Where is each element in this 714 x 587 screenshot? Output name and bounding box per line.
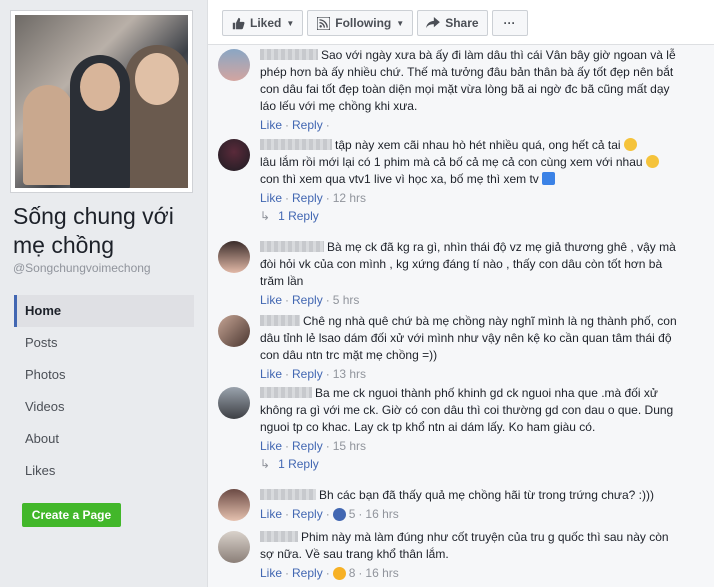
avatar[interactable] [218, 387, 250, 419]
reply-link[interactable]: Reply [292, 566, 323, 580]
comment-timestamp[interactable]: 12 hrs [333, 191, 366, 205]
view-replies-link[interactable]: ↳ 1 Reply [260, 457, 685, 471]
nav-item-videos[interactable]: Videos [14, 391, 194, 423]
nav-item-about[interactable]: About [14, 423, 194, 455]
commenter-name[interactable] [260, 387, 312, 398]
reaction-count[interactable]: 5 [349, 507, 356, 521]
like-link[interactable]: Like [260, 439, 282, 453]
liked-button[interactable]: Liked ▼ [222, 10, 304, 36]
nav-item-home[interactable]: Home [14, 295, 194, 327]
ellipsis-icon: ··· [503, 16, 516, 30]
reply-arrow-icon: ↳ [260, 209, 271, 223]
avatar[interactable] [218, 241, 250, 273]
rss-icon [316, 16, 330, 30]
comment-text: Chê ng nhà quê chứ bà mẹ chồng này nghĩ … [260, 314, 677, 362]
page-title[interactable]: Sống chung với mẹ chồng [13, 202, 198, 260]
following-button[interactable]: Following ▼ [307, 10, 414, 36]
thumbs-up-icon [231, 16, 245, 30]
wow-reaction-icon[interactable] [332, 566, 346, 580]
comment-timestamp[interactable]: 16 hrs [365, 566, 398, 580]
comment-timestamp[interactable]: 13 hrs [333, 367, 366, 381]
view-replies-link[interactable]: ↳ 1 Reply [260, 209, 685, 223]
comment-text: tập này xem cãi nhau hò hét nhiều quá, o… [260, 137, 685, 188]
nav-item-posts[interactable]: Posts [14, 327, 194, 359]
like-link[interactable]: Like [260, 293, 282, 307]
page-sidebar: Sống chung với mẹ chồng @Songchungvoimec… [0, 0, 205, 587]
emoji-icon [623, 138, 637, 151]
comment-meta: Like · Reply · 5 · 16 hrs [260, 507, 399, 521]
commenter-name[interactable] [260, 489, 316, 500]
comment-timestamp[interactable]: 5 hrs [333, 293, 360, 307]
page-nav: Home Posts Photos Videos About Likes [14, 295, 194, 487]
profile-photo [15, 15, 188, 188]
comment-meta: Like · Reply · 15 hrs [260, 439, 367, 453]
like-reaction-icon[interactable] [332, 507, 346, 521]
comment-text: Bà mẹ ck đã kg ra gì, nhìn thái độ vz mẹ… [260, 240, 676, 288]
comment-timestamp[interactable]: 16 hrs [365, 507, 398, 521]
avatar[interactable] [218, 531, 250, 563]
comment-meta: Like · Reply · 13 hrs [260, 367, 367, 381]
post-column: Liked ▼ Following ▼ Share ··· Sao với ng… [207, 0, 714, 587]
chevron-down-icon: ▼ [286, 18, 295, 28]
share-button[interactable]: Share [417, 10, 488, 36]
comment-text: Sao với ngày xưa bà ấy đi làm dâu thì cá… [260, 48, 676, 113]
share-label: Share [445, 16, 479, 30]
reply-link[interactable]: Reply [292, 439, 323, 453]
chevron-down-icon: ▼ [396, 18, 405, 28]
comment-meta: Like · Reply · 8 · 16 hrs [260, 566, 399, 580]
nav-item-photos[interactable]: Photos [14, 359, 194, 391]
more-options-button[interactable]: ··· [491, 10, 528, 36]
tv-emoji-icon [542, 172, 556, 185]
reply-link[interactable]: Reply [292, 507, 323, 521]
comment-text: Ba me ck nguoi thành phố khinh gd ck ngu… [260, 386, 674, 434]
page-username[interactable]: @Songchungvoimechong [13, 261, 151, 275]
commenter-name[interactable] [260, 49, 318, 60]
like-link[interactable]: Like [260, 118, 282, 132]
avatar[interactable] [218, 139, 250, 171]
nav-item-likes[interactable]: Likes [14, 455, 194, 487]
reaction-count[interactable]: 8 [349, 566, 356, 580]
avatar[interactable] [218, 49, 250, 81]
create-page-button[interactable]: Create a Page [22, 503, 121, 527]
comment-meta: Like · Reply · 12 hrs [260, 191, 367, 205]
comment-text: Bh các bạn đã thấy quả mẹ chồng hãi từ t… [260, 487, 685, 504]
commenter-name[interactable] [260, 241, 324, 252]
like-link[interactable]: Like [260, 507, 282, 521]
commenter-name[interactable] [260, 139, 332, 150]
smile-emoji-icon [645, 155, 659, 168]
reply-arrow-icon: ↳ [260, 457, 271, 471]
comment-text: Phim này mà làm đúng như cốt truyện của … [260, 530, 669, 561]
reply-link[interactable]: Reply [292, 367, 323, 381]
avatar[interactable] [218, 489, 250, 521]
comment-meta: Like · Reply · 5 hrs [260, 293, 360, 307]
page-action-bar: Liked ▼ Following ▼ Share ··· [222, 10, 528, 37]
commenter-name[interactable] [260, 315, 300, 326]
reply-link[interactable]: Reply [292, 118, 323, 132]
avatar[interactable] [218, 315, 250, 347]
liked-label: Liked [250, 16, 282, 30]
following-label: Following [335, 16, 392, 30]
share-arrow-icon [426, 16, 441, 30]
comment-timestamp[interactable]: 15 hrs [333, 439, 366, 453]
commenter-name[interactable] [260, 531, 298, 542]
comment-meta: Like · Reply · [260, 118, 330, 132]
comments-list: Sao với ngày xưa bà ấy đi làm dâu thì cá… [208, 44, 714, 587]
like-link[interactable]: Like [260, 191, 282, 205]
like-link[interactable]: Like [260, 367, 282, 381]
reply-link[interactable]: Reply [292, 293, 323, 307]
like-link[interactable]: Like [260, 566, 282, 580]
reply-link[interactable]: Reply [292, 191, 323, 205]
page-profile-picture[interactable] [10, 10, 193, 193]
